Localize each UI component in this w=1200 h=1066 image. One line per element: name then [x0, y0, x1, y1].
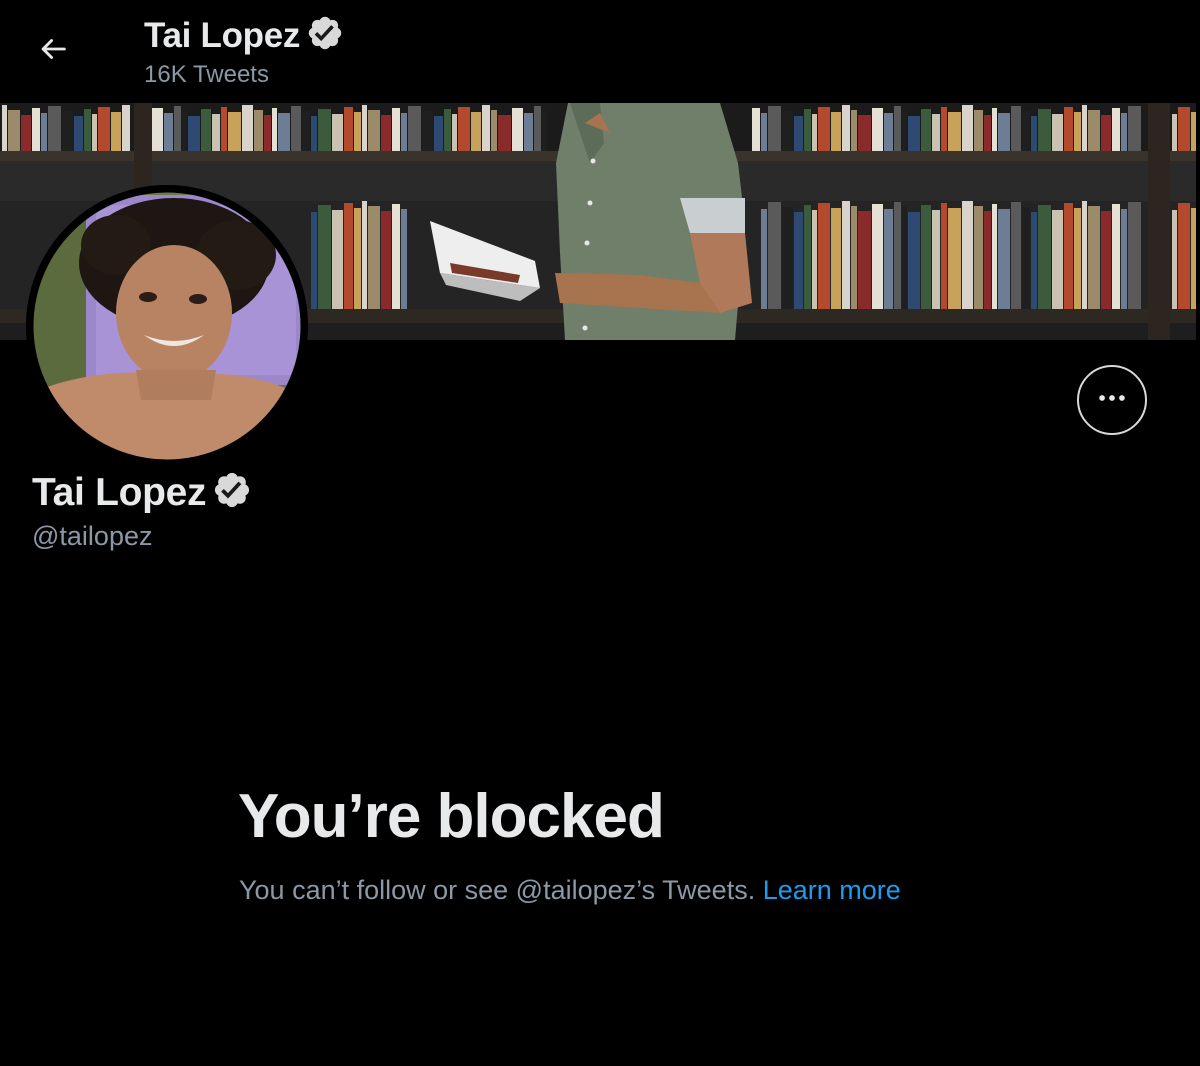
profile-avatar-image	[26, 185, 308, 467]
profile-name: Tai Lopez	[32, 470, 207, 514]
header-name: Tai Lopez	[144, 15, 301, 55]
profile-header-bar: Tai Lopez 16K Tweets	[0, 0, 1200, 103]
profile-name-row: Tai Lopez	[32, 470, 252, 515]
learn-more-link[interactable]: Learn more	[763, 875, 901, 905]
profile-avatar[interactable]	[26, 185, 308, 467]
arrow-left-icon	[36, 32, 70, 71]
more-options-button[interactable]	[1077, 365, 1147, 435]
verified-badge-icon	[306, 14, 344, 57]
tweet-count: 16K Tweets	[144, 61, 269, 88]
more-horizontal-icon	[1095, 381, 1129, 420]
blocked-message-text: You can’t follow or see @tailopez’s Twee…	[239, 875, 756, 905]
header-title-row: Tai Lopez	[144, 14, 344, 57]
blocked-message: You can’t follow or see @tailopez’s Twee…	[239, 870, 919, 910]
blocked-title: You’re blocked	[238, 782, 665, 851]
back-button[interactable]	[24, 22, 82, 80]
verified-badge-icon	[212, 470, 252, 515]
profile-handle: @tailopez	[32, 521, 153, 551]
